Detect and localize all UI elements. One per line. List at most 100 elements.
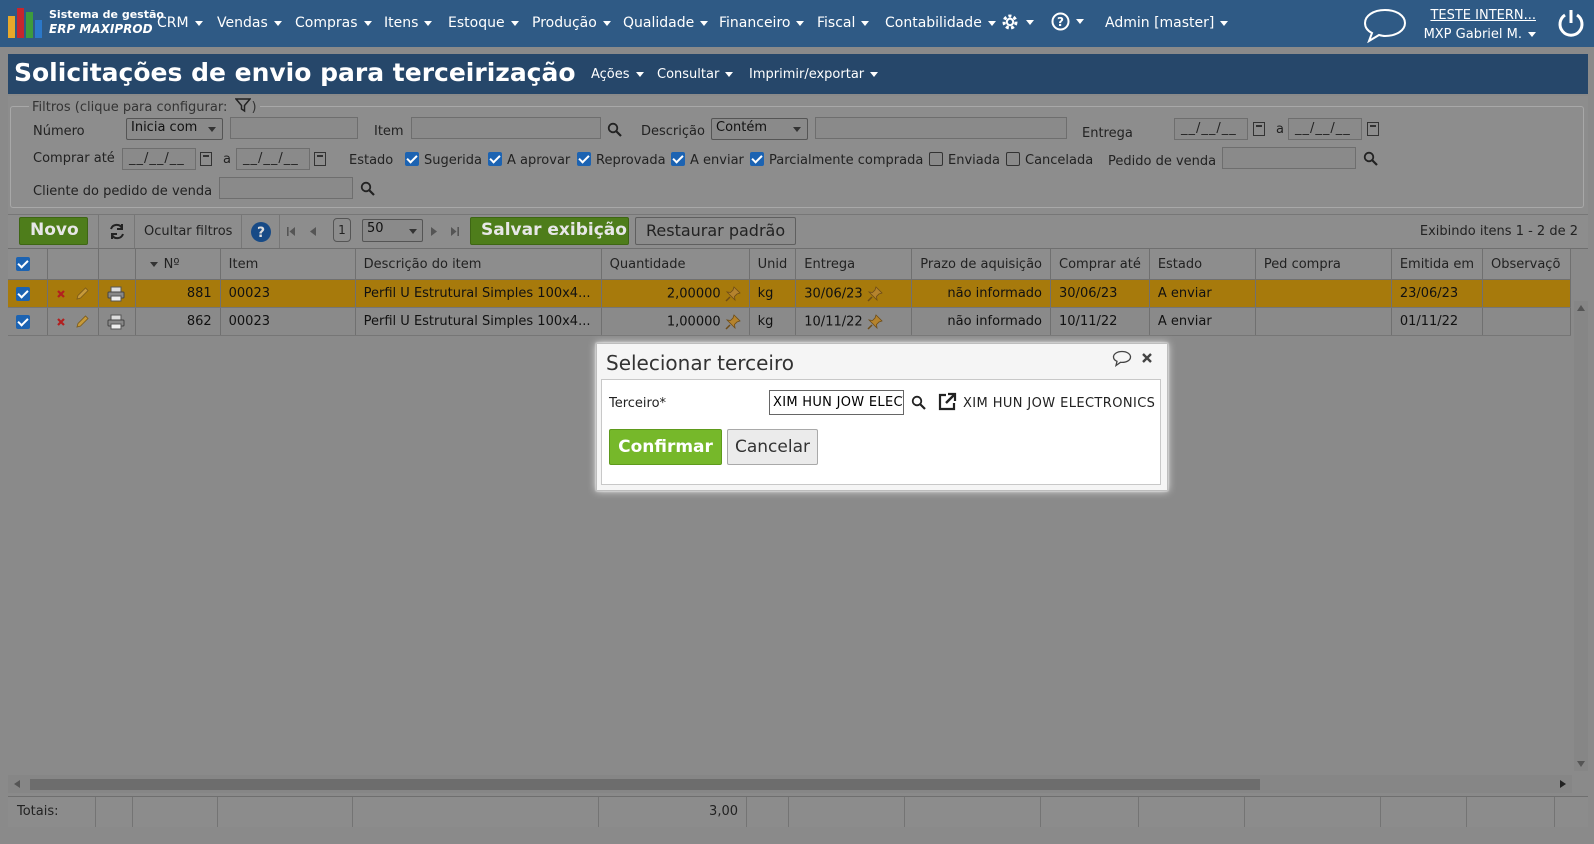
menu-financeiro[interactable]: Financeiro: [719, 15, 805, 31]
close-icon[interactable]: [1141, 352, 1153, 364]
edit-pencil-icon[interactable]: [74, 314, 90, 330]
numero-mode-select[interactable]: Inicia com: [126, 118, 223, 140]
calendar-icon[interactable]: [200, 152, 212, 166]
consultar-menu[interactable]: Consultar: [657, 67, 734, 82]
horizontal-scrollbar[interactable]: [8, 775, 1572, 793]
estado-sugerida-checkbox[interactable]: [405, 152, 419, 166]
pin-icon[interactable]: [725, 313, 741, 330]
help-menu[interactable]: ?: [1051, 12, 1084, 31]
previous-page-icon[interactable]: [308, 226, 317, 237]
external-link-icon[interactable]: [937, 392, 957, 412]
header-observacoes[interactable]: Observaçõ: [1482, 249, 1572, 280]
menu-qualidade[interactable]: Qualidade: [623, 15, 709, 31]
header-unid[interactable]: Unid: [749, 249, 797, 280]
delete-icon[interactable]: [56, 289, 66, 299]
header-item[interactable]: Item: [220, 249, 356, 280]
menu-crm[interactable]: CRM: [157, 15, 203, 31]
ocultar-filtros-button[interactable]: Ocultar filtros: [144, 224, 232, 239]
page-size-select[interactable]: 50: [362, 219, 423, 242]
refresh-icon[interactable]: [108, 223, 126, 240]
search-icon[interactable]: [1363, 151, 1378, 166]
numero-input[interactable]: [230, 117, 358, 139]
calendar-icon[interactable]: [1253, 122, 1265, 136]
pin-icon[interactable]: [867, 285, 883, 302]
cliente-pedido-input[interactable]: [219, 177, 353, 199]
last-page-icon[interactable]: [450, 226, 460, 237]
estado-a-aprovar-checkbox[interactable]: [488, 152, 502, 166]
entrega-from-date[interactable]: __/__/__: [1174, 118, 1248, 140]
horizontal-scroll-thumb[interactable]: [30, 779, 1260, 790]
pin-icon[interactable]: [725, 285, 741, 302]
pedido-venda-input[interactable]: [1222, 147, 1356, 169]
estado-cancelada-checkbox[interactable]: [1006, 152, 1020, 166]
printer-icon[interactable]: [107, 314, 125, 330]
comprar-ate-from-date[interactable]: __/__/__: [122, 148, 196, 170]
row-checkbox[interactable]: [16, 314, 30, 329]
vertical-scrollbar[interactable]: [1574, 301, 1588, 771]
admin-menu[interactable]: Admin [master]: [1105, 15, 1229, 31]
table-row[interactable]: 881 00023 Perfil U Estrutural Simples 10…: [8, 279, 1572, 308]
comment-icon[interactable]: [1112, 350, 1132, 367]
search-icon[interactable]: [360, 181, 375, 196]
header-numero[interactable]: Nº: [135, 249, 221, 280]
select-all-checkbox[interactable]: [16, 257, 30, 271]
header-estado[interactable]: Estado: [1149, 249, 1256, 280]
header-ped-compra[interactable]: Ped compra: [1255, 249, 1392, 280]
estado-reprovada-checkbox[interactable]: [577, 152, 591, 166]
estado-a-enviar-checkbox[interactable]: [671, 152, 685, 166]
estado-parcialmente-comprada-checkbox[interactable]: [750, 152, 764, 166]
novo-button[interactable]: Novo: [19, 217, 88, 245]
company-link[interactable]: TESTE INTERN...: [1424, 8, 1536, 23]
table-row[interactable]: 862 00023 Perfil U Estrutural Simples 10…: [8, 307, 1572, 336]
scroll-down-icon[interactable]: [1577, 761, 1585, 767]
header-emitida-em[interactable]: Emitida em: [1391, 249, 1484, 280]
menu-fiscal[interactable]: Fiscal: [817, 15, 870, 31]
menu-estoque[interactable]: Estoque: [448, 15, 519, 31]
scroll-right-icon[interactable]: [1560, 780, 1566, 788]
menu-compras[interactable]: Compras: [295, 15, 372, 31]
pin-icon[interactable]: [867, 313, 883, 330]
header-descricao[interactable]: Descrição do item: [355, 249, 602, 280]
descricao-input[interactable]: [815, 117, 1067, 139]
header-quantidade[interactable]: Quantidade: [601, 249, 750, 280]
confirmar-button[interactable]: Confirmar: [609, 429, 722, 465]
page-number-input[interactable]: 1: [333, 218, 351, 242]
menu-contabilidade[interactable]: Contabilidade: [885, 15, 996, 31]
header-prazo[interactable]: Prazo de aquisição: [911, 249, 1052, 280]
imprimir-exportar-menu[interactable]: Imprimir/exportar: [749, 67, 879, 82]
item-input[interactable]: [411, 117, 601, 139]
power-icon[interactable]: [1556, 7, 1586, 39]
row-checkbox[interactable]: [16, 286, 30, 301]
filter-funnel-icon[interactable]: [234, 98, 253, 113]
first-page-icon[interactable]: [286, 226, 296, 237]
search-icon[interactable]: [911, 395, 926, 410]
calendar-icon[interactable]: [1367, 122, 1379, 136]
entrega-to-date[interactable]: __/__/__: [1288, 118, 1362, 140]
scroll-left-icon[interactable]: [14, 780, 20, 788]
cancelar-button[interactable]: Cancelar: [727, 429, 818, 465]
salvar-exibicao-button[interactable]: Salvar exibição: [470, 217, 629, 245]
restaurar-padrao-button[interactable]: Restaurar padrão: [635, 217, 796, 245]
delete-icon[interactable]: [56, 317, 66, 327]
terceiro-input[interactable]: XIM HUN JOW ELECTRONICS: [769, 390, 904, 415]
filters-legend[interactable]: Filtros (clique para configurar: ): [29, 98, 260, 115]
comprar-ate-to-date[interactable]: __/__/__: [236, 148, 310, 170]
chat-bubble-icon[interactable]: [1362, 7, 1408, 43]
search-icon[interactable]: [607, 122, 622, 137]
descricao-mode-select[interactable]: Contém: [711, 118, 808, 140]
header-entrega[interactable]: Entrega: [795, 249, 913, 280]
printer-icon[interactable]: [107, 286, 125, 302]
next-page-icon[interactable]: [430, 226, 439, 237]
help-icon[interactable]: ?: [250, 221, 272, 243]
calendar-icon[interactable]: [314, 152, 326, 166]
acoes-menu[interactable]: Ações: [591, 67, 644, 82]
settings-menu[interactable]: [1000, 12, 1034, 32]
maxiprod-logo-icon[interactable]: [8, 8, 44, 38]
header-comprar-ate[interactable]: Comprar até: [1050, 249, 1150, 280]
menu-producao[interactable]: Produção: [532, 15, 611, 31]
scroll-up-icon[interactable]: [1577, 305, 1585, 311]
edit-pencil-icon[interactable]: [74, 286, 90, 302]
estado-enviada-checkbox[interactable]: [929, 152, 943, 166]
user-menu[interactable]: MXP Gabriel M.: [1424, 27, 1536, 42]
menu-vendas[interactable]: Vendas: [217, 15, 282, 31]
